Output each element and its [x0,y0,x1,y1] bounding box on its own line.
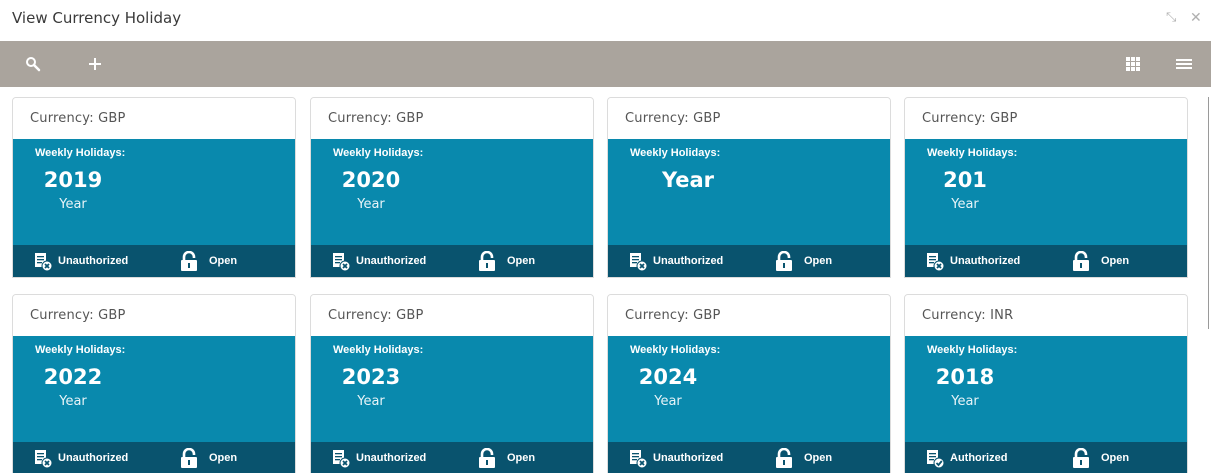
card-currency: Currency: GBP [328,308,424,323]
card-body: Weekly Holidays: 2019 Year [13,139,295,245]
card-body: Weekly Holidays: 2024 Year [608,336,890,442]
weekly-holidays-label: Weekly Holidays: [630,344,721,356]
scrollbar[interactable] [1208,97,1209,329]
card-currency: Currency: GBP [922,111,1018,126]
authorization-icon [35,450,53,469]
authorization-icon [927,450,945,469]
card-year-label: Year [59,394,87,409]
card-year: 201 [943,168,987,192]
unlock-icon [479,448,495,468]
card-footer: Unauthorized Open [905,245,1187,277]
record-status: Open [507,255,536,267]
card-footer: Unauthorized Open [13,245,295,277]
unlock-icon [181,251,197,271]
unlock-icon [1073,448,1089,468]
card-year: 2022 [43,365,103,389]
holiday-card[interactable]: Currency: GBP Weekly Holidays: 201 Year … [904,97,1188,278]
holiday-card[interactable]: Currency: GBP Weekly Holidays: 2022 Year… [12,294,296,473]
holiday-card[interactable]: Currency: INR Weekly Holidays: 2018 Year… [904,294,1188,473]
authorization-icon [333,450,351,469]
authorization-icon [927,253,945,272]
card-year-label: Year [951,394,979,409]
authorization-icon [630,253,648,272]
unlock-icon [776,448,792,468]
weekly-holidays-label: Weekly Holidays: [927,344,1018,356]
card-grid: Currency: GBP Weekly Holidays: 2019 Year… [0,0,1211,473]
card-currency: Currency: GBP [30,308,126,323]
weekly-holidays-label: Weekly Holidays: [630,147,721,159]
weekly-holidays-label: Weekly Holidays: [35,344,126,356]
record-status: Open [209,255,238,267]
holiday-card[interactable]: Currency: GBP Weekly Holidays: 2019 Year… [12,97,296,278]
card-year-label: Year [654,394,682,409]
weekly-holidays-label: Weekly Holidays: [35,147,126,159]
unlock-icon [1073,251,1089,271]
card-footer: Unauthorized Open [608,245,890,277]
card-footer: Authorized Open [905,442,1187,473]
card-header: Currency: GBP [608,295,890,336]
card-currency: Currency: GBP [328,111,424,126]
card-year: 2020 [341,168,401,192]
card-footer: Unauthorized Open [608,442,890,473]
holiday-card[interactable]: Currency: GBP Weekly Holidays: 2024 Year… [607,294,891,473]
card-footer: Unauthorized Open [311,245,593,277]
card-header: Currency: INR [905,295,1187,336]
authorization-status: Unauthorized [653,452,724,464]
card-year: 2023 [341,365,401,389]
card-currency: Currency: GBP [30,111,126,126]
card-year-label: Year [357,394,385,409]
authorization-status: Unauthorized [356,255,427,267]
holiday-card[interactable]: Currency: GBP Weekly Holidays: 2020 Year… [310,97,594,278]
card-header: Currency: GBP [311,295,593,336]
card-year: 2024 [638,365,698,389]
weekly-holidays-label: Weekly Holidays: [333,344,424,356]
authorization-icon [333,253,351,272]
card-body: Weekly Holidays: 2020 Year [311,139,593,245]
card-footer: Unauthorized Open [311,442,593,473]
card-body: Weekly Holidays: Year [608,139,890,245]
record-status: Open [209,452,238,464]
authorization-status: Unauthorized [58,255,129,267]
card-year-label: Year [951,197,979,212]
record-status: Open [804,452,833,464]
card-year: 2019 [43,168,103,192]
holiday-card[interactable]: Currency: GBP Weekly Holidays: Year Unau… [607,97,891,278]
authorization-status: Unauthorized [58,452,129,464]
card-header: Currency: GBP [608,98,890,139]
card-body: Weekly Holidays: 2022 Year [13,336,295,442]
card-year-label: Year [59,197,87,212]
card-year-label: Year [357,197,385,212]
record-status: Open [1101,255,1130,267]
card-currency: Currency: GBP [625,111,721,126]
authorization-status: Unauthorized [950,255,1021,267]
card-header: Currency: GBP [13,98,295,139]
record-status: Open [1101,452,1130,464]
card-year-heading: Year [661,168,715,192]
unlock-icon [181,448,197,468]
card-footer: Unauthorized Open [13,442,295,473]
card-header: Currency: GBP [13,295,295,336]
record-status: Open [804,255,833,267]
authorization-status: Authorized [950,452,1008,464]
weekly-holidays-label: Weekly Holidays: [927,147,1018,159]
card-currency: Currency: INR [922,308,1014,323]
holiday-card[interactable]: Currency: GBP Weekly Holidays: 2023 Year… [310,294,594,473]
weekly-holidays-label: Weekly Holidays: [333,147,424,159]
card-body: Weekly Holidays: 2023 Year [311,336,593,442]
unlock-icon [479,251,495,271]
authorization-status: Unauthorized [653,255,724,267]
record-status: Open [507,452,536,464]
card-header: Currency: GBP [311,98,593,139]
card-body: Weekly Holidays: 2018 Year [905,336,1187,442]
card-year: 2018 [935,365,995,389]
authorization-icon [35,253,53,272]
card-currency: Currency: GBP [625,308,721,323]
unlock-icon [776,251,792,271]
authorization-status: Unauthorized [356,452,427,464]
card-header: Currency: GBP [905,98,1187,139]
authorization-icon [630,450,648,469]
card-body: Weekly Holidays: 201 Year [905,139,1187,245]
